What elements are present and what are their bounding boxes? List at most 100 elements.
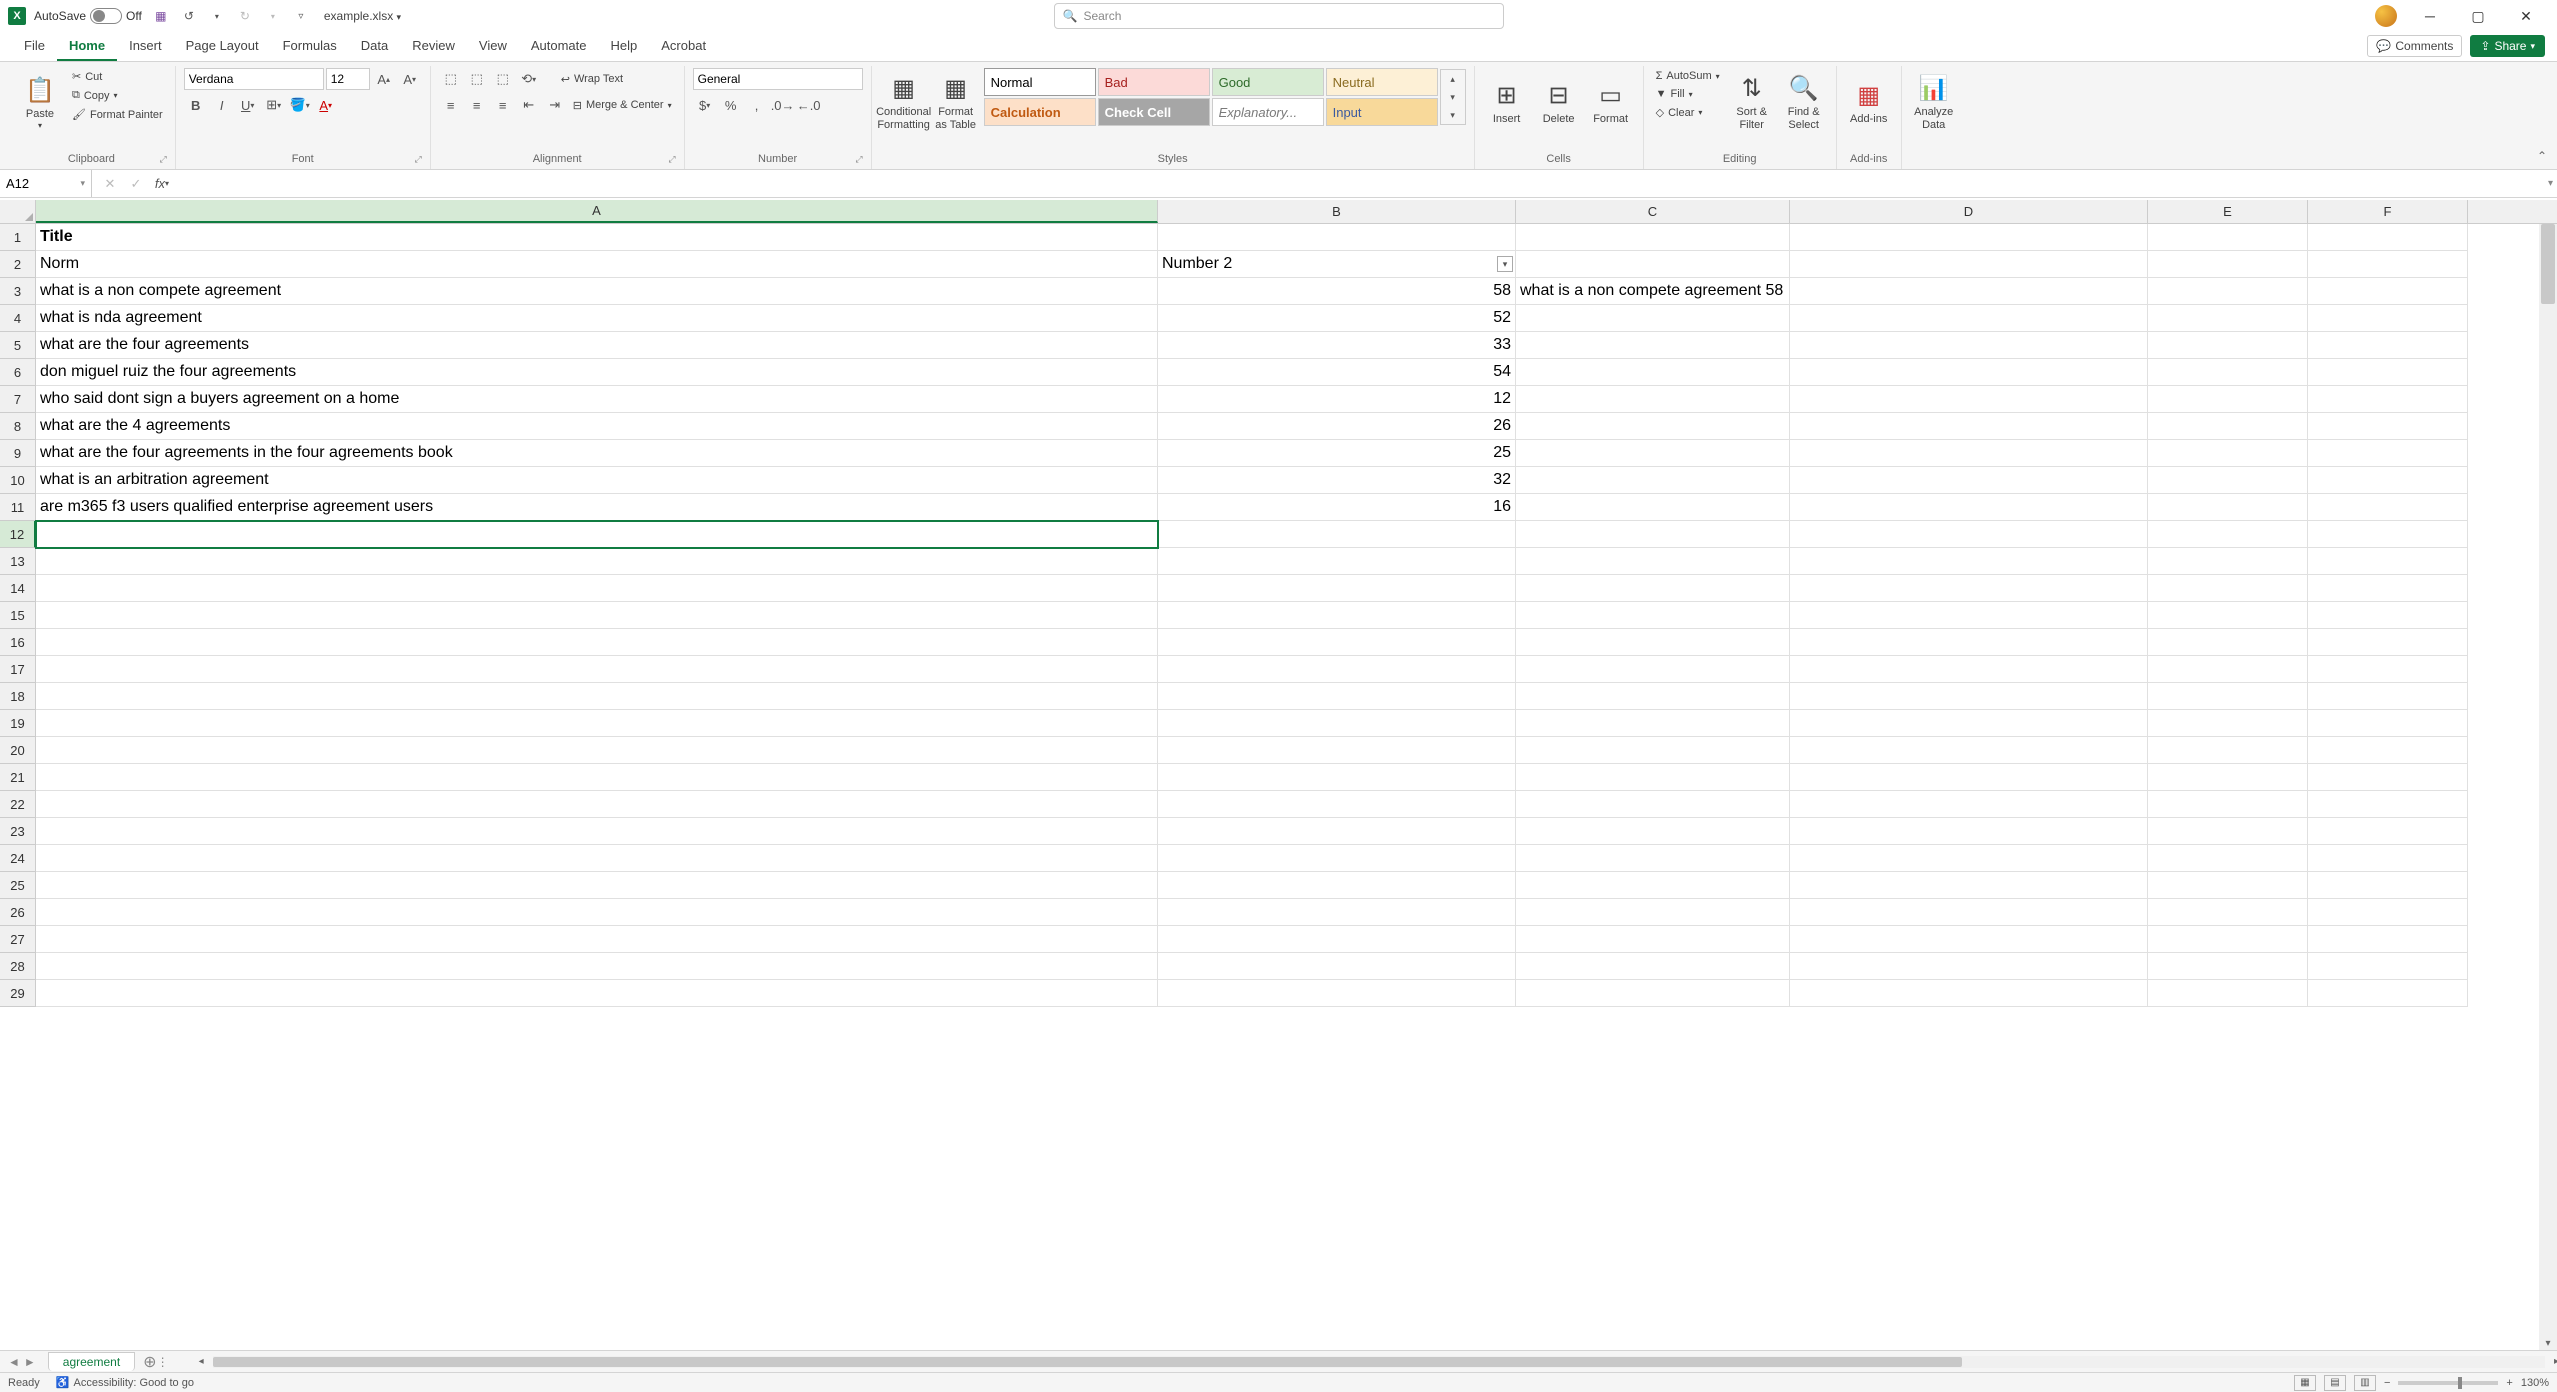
column-header-B[interactable]: B	[1158, 200, 1516, 223]
cell-B19[interactable]	[1158, 710, 1516, 737]
redo-dropdown-icon[interactable]: ▾	[262, 5, 284, 27]
column-header-F[interactable]: F	[2308, 200, 2468, 223]
row-header-13[interactable]: 13	[0, 548, 36, 575]
cell-E8[interactable]	[2148, 413, 2308, 440]
cell-C26[interactable]	[1516, 899, 1790, 926]
percent-icon[interactable]: %	[719, 94, 743, 116]
row-header-3[interactable]: 3	[0, 278, 36, 305]
cell-B22[interactable]	[1158, 791, 1516, 818]
cell-B25[interactable]	[1158, 872, 1516, 899]
cell-D28[interactable]	[1790, 953, 2148, 980]
cell-E4[interactable]	[2148, 305, 2308, 332]
cancel-formula-icon[interactable]: ✕	[98, 173, 122, 195]
cell-B13[interactable]	[1158, 548, 1516, 575]
cell-C3[interactable]: what is a non compete agreement 58	[1516, 278, 1790, 305]
copy-button[interactable]: ⧉Copy ▾	[68, 87, 167, 104]
cell-E11[interactable]	[2148, 494, 2308, 521]
cell-A5[interactable]: what are the four agreements	[36, 332, 1158, 359]
cell-C12[interactable]	[1516, 521, 1790, 548]
cell-D14[interactable]	[1790, 575, 2148, 602]
merge-center-button[interactable]: ⊟Merge & Center ▾	[569, 94, 676, 116]
cell-A21[interactable]	[36, 764, 1158, 791]
cell-C18[interactable]	[1516, 683, 1790, 710]
cell-E5[interactable]	[2148, 332, 2308, 359]
cell-F1[interactable]	[2308, 224, 2468, 251]
sheet-next-icon[interactable]: ►	[24, 1355, 36, 1369]
close-button[interactable]: ✕	[2503, 0, 2549, 32]
analyze-data-button[interactable]: 📊Analyze Data	[1910, 68, 1958, 140]
cell-E1[interactable]	[2148, 224, 2308, 251]
expand-formula-icon[interactable]: ▾	[2548, 178, 2553, 189]
cell-C4[interactable]	[1516, 305, 1790, 332]
cell-F3[interactable]	[2308, 278, 2468, 305]
cell-D17[interactable]	[1790, 656, 2148, 683]
cell-E17[interactable]	[2148, 656, 2308, 683]
row-header-5[interactable]: 5	[0, 332, 36, 359]
style-calculation[interactable]: Calculation	[984, 98, 1096, 126]
cell-B28[interactable]	[1158, 953, 1516, 980]
cell-D2[interactable]	[1790, 251, 2148, 278]
format-as-table-button[interactable]: ▦Format as Table	[932, 68, 980, 140]
zoom-slider[interactable]	[2398, 1381, 2498, 1385]
minimize-button[interactable]: ─	[2407, 0, 2453, 32]
dialog-launcher-icon[interactable]: ⤢	[160, 154, 167, 165]
cell-A20[interactable]	[36, 737, 1158, 764]
align-top-icon[interactable]: ⬚	[439, 68, 463, 90]
cell-E26[interactable]	[2148, 899, 2308, 926]
style-check-cell[interactable]: Check Cell	[1098, 98, 1210, 126]
cell-A6[interactable]: don miguel ruiz the four agreements	[36, 359, 1158, 386]
cell-E13[interactable]	[2148, 548, 2308, 575]
cell-F22[interactable]	[2308, 791, 2468, 818]
zoom-out-icon[interactable]: −	[2384, 1377, 2390, 1389]
cell-E24[interactable]	[2148, 845, 2308, 872]
cell-C11[interactable]	[1516, 494, 1790, 521]
decrease-indent-icon[interactable]: ⇤	[517, 94, 541, 116]
save-icon[interactable]: ▦	[150, 5, 172, 27]
wrap-text-button[interactable]: ↩Wrap Text	[557, 68, 627, 90]
tab-insert[interactable]: Insert	[117, 32, 174, 61]
row-header-28[interactable]: 28	[0, 953, 36, 980]
redo-icon[interactable]: ↻	[234, 5, 256, 27]
style-neutral[interactable]: Neutral	[1326, 68, 1438, 96]
row-header-26[interactable]: 26	[0, 899, 36, 926]
cell-F7[interactable]	[2308, 386, 2468, 413]
cell-A24[interactable]	[36, 845, 1158, 872]
cell-B18[interactable]	[1158, 683, 1516, 710]
gallery-more-icon[interactable]: ▾	[1441, 106, 1465, 124]
row-header-9[interactable]: 9	[0, 440, 36, 467]
tab-review[interactable]: Review	[400, 32, 467, 61]
cell-E25[interactable]	[2148, 872, 2308, 899]
cell-F4[interactable]	[2308, 305, 2468, 332]
select-all-corner[interactable]	[0, 200, 36, 223]
font-size-select[interactable]	[326, 68, 370, 90]
cell-F17[interactable]	[2308, 656, 2468, 683]
cell-C8[interactable]	[1516, 413, 1790, 440]
page-layout-view-icon[interactable]: ▤	[2324, 1375, 2346, 1391]
comments-button[interactable]: 💬 Comments	[2367, 35, 2462, 57]
cell-A23[interactable]	[36, 818, 1158, 845]
column-header-C[interactable]: C	[1516, 200, 1790, 223]
italic-icon[interactable]: I	[210, 94, 234, 116]
cell-B23[interactable]	[1158, 818, 1516, 845]
style-normal[interactable]: Normal	[984, 68, 1096, 96]
cell-D22[interactable]	[1790, 791, 2148, 818]
collapse-ribbon-icon[interactable]: ⌃	[2537, 149, 2547, 163]
cell-F14[interactable]	[2308, 575, 2468, 602]
cell-D8[interactable]	[1790, 413, 2148, 440]
row-header-17[interactable]: 17	[0, 656, 36, 683]
row-header-14[interactable]: 14	[0, 575, 36, 602]
cell-E14[interactable]	[2148, 575, 2308, 602]
cell-F23[interactable]	[2308, 818, 2468, 845]
cell-D11[interactable]	[1790, 494, 2148, 521]
row-header-1[interactable]: 1	[0, 224, 36, 251]
cell-A29[interactable]	[36, 980, 1158, 1007]
cell-E15[interactable]	[2148, 602, 2308, 629]
horizontal-scrollbar[interactable]: ◂▸	[213, 1356, 2545, 1368]
gallery-down-icon[interactable]: ▾	[1441, 88, 1465, 106]
cell-D4[interactable]	[1790, 305, 2148, 332]
cell-F15[interactable]	[2308, 602, 2468, 629]
addins-button[interactable]: ▦Add-ins	[1845, 68, 1893, 140]
row-header-18[interactable]: 18	[0, 683, 36, 710]
cell-B26[interactable]	[1158, 899, 1516, 926]
column-header-D[interactable]: D	[1790, 200, 2148, 223]
